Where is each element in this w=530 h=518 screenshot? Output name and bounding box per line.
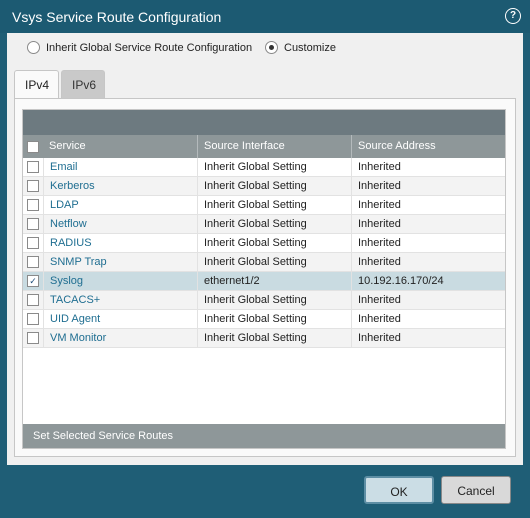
title-bar: Vsys Service Route Configuration ?: [0, 0, 530, 33]
row-select-cell: [23, 310, 43, 328]
radio-customize[interactable]: Customize: [265, 41, 336, 57]
row-select-cell: [23, 215, 43, 233]
ok-button[interactable]: OK: [364, 476, 434, 504]
radio-customize-circle[interactable]: [265, 41, 278, 54]
source-interface: Inherit Global Setting: [197, 291, 351, 309]
table-row[interactable]: SNMP Trap Inherit Global Setting Inherit…: [23, 253, 505, 272]
service-link[interactable]: Email: [43, 158, 197, 176]
source-interface: Inherit Global Setting: [197, 158, 351, 176]
row-checkbox[interactable]: [27, 180, 39, 192]
tab-content: Service Source Interface Source Address …: [14, 98, 516, 457]
source-address: Inherited: [351, 310, 505, 328]
table-toolbar: [23, 110, 505, 135]
table-row[interactable]: RADIUS Inherit Global Setting Inherited: [23, 234, 505, 253]
source-address: Inherited: [351, 177, 505, 195]
source-interface: ethernet1/2: [197, 272, 351, 290]
row-select-cell: [23, 234, 43, 252]
service-link[interactable]: RADIUS: [43, 234, 197, 252]
source-address: Inherited: [351, 234, 505, 252]
row-select-cell: ✓: [23, 272, 43, 290]
source-address: Inherited: [351, 215, 505, 233]
radio-inherit-global[interactable]: Inherit Global Service Route Configurati…: [27, 41, 252, 57]
source-interface: Inherit Global Setting: [197, 310, 351, 328]
source-interface: Inherit Global Setting: [197, 215, 351, 233]
row-checkbox[interactable]: [27, 332, 39, 344]
source-interface: Inherit Global Setting: [197, 234, 351, 252]
row-checkbox[interactable]: [27, 313, 39, 325]
column-header-source-address[interactable]: Source Address: [351, 135, 505, 158]
source-address: Inherited: [351, 291, 505, 309]
help-icon[interactable]: ?: [505, 8, 521, 24]
radio-inherit-label: Inherit Global Service Route Configurati…: [46, 42, 253, 54]
service-link[interactable]: TACACS+: [43, 291, 197, 309]
table-header: Service Source Interface Source Address: [23, 135, 505, 158]
dialog-title: Vsys Service Route Configuration: [12, 9, 222, 25]
row-checkbox[interactable]: [27, 218, 39, 230]
table-row[interactable]: Kerberos Inherit Global Setting Inherite…: [23, 177, 505, 196]
table-row[interactable]: Email Inherit Global Setting Inherited: [23, 158, 505, 177]
source-interface: Inherit Global Setting: [197, 329, 351, 347]
source-address: Inherited: [351, 196, 505, 214]
table-row[interactable]: UID Agent Inherit Global Setting Inherit…: [23, 310, 505, 329]
row-select-cell: [23, 177, 43, 195]
dialog-panel: Inherit Global Service Route Configurati…: [7, 33, 523, 465]
service-link[interactable]: Netflow: [43, 215, 197, 233]
row-select-cell: [23, 329, 43, 347]
row-checkbox[interactable]: [27, 161, 39, 173]
column-header-source-interface[interactable]: Source Interface: [197, 135, 351, 158]
source-address: Inherited: [351, 253, 505, 271]
column-header-service[interactable]: Service: [43, 135, 197, 158]
row-checkbox-checked[interactable]: ✓: [27, 275, 39, 287]
row-checkbox[interactable]: [27, 294, 39, 306]
table-row[interactable]: VM Monitor Inherit Global Setting Inheri…: [23, 329, 505, 348]
row-select-cell: [23, 158, 43, 176]
radio-inherit-circle[interactable]: [27, 41, 40, 54]
service-link[interactable]: Syslog: [43, 272, 197, 290]
service-link[interactable]: VM Monitor: [43, 329, 197, 347]
table-row[interactable]: TACACS+ Inherit Global Setting Inherited: [23, 291, 505, 310]
service-link[interactable]: SNMP Trap: [43, 253, 197, 271]
header-select-all-cell: [23, 135, 43, 158]
service-link[interactable]: LDAP: [43, 196, 197, 214]
radio-customize-label: Customize: [284, 42, 336, 54]
source-interface: Inherit Global Setting: [197, 253, 351, 271]
row-select-cell: [23, 196, 43, 214]
source-address: Inherited: [351, 329, 505, 347]
source-interface: Inherit Global Setting: [197, 196, 351, 214]
table-row[interactable]: LDAP Inherit Global Setting Inherited: [23, 196, 505, 215]
row-checkbox[interactable]: [27, 256, 39, 268]
service-route-table: Service Source Interface Source Address …: [22, 109, 506, 449]
row-checkbox[interactable]: [27, 237, 39, 249]
table-row[interactable]: Netflow Inherit Global Setting Inherited: [23, 215, 505, 234]
service-link[interactable]: Kerberos: [43, 177, 197, 195]
source-address: Inherited: [351, 158, 505, 176]
service-link[interactable]: UID Agent: [43, 310, 197, 328]
source-interface: Inherit Global Setting: [197, 177, 351, 195]
row-select-cell: [23, 253, 43, 271]
set-selected-service-routes-button[interactable]: Set Selected Service Routes: [23, 424, 505, 448]
table-row-selected[interactable]: ✓ Syslog ethernet1/2 10.192.16.170/24: [23, 272, 505, 291]
cancel-button[interactable]: Cancel: [441, 476, 511, 504]
row-select-cell: [23, 291, 43, 309]
tab-ipv6[interactable]: IPv6: [61, 70, 105, 98]
source-address: 10.192.16.170/24: [351, 272, 505, 290]
row-checkbox[interactable]: [27, 199, 39, 211]
tab-ipv4[interactable]: IPv4: [14, 70, 59, 99]
select-all-checkbox[interactable]: [27, 141, 39, 153]
